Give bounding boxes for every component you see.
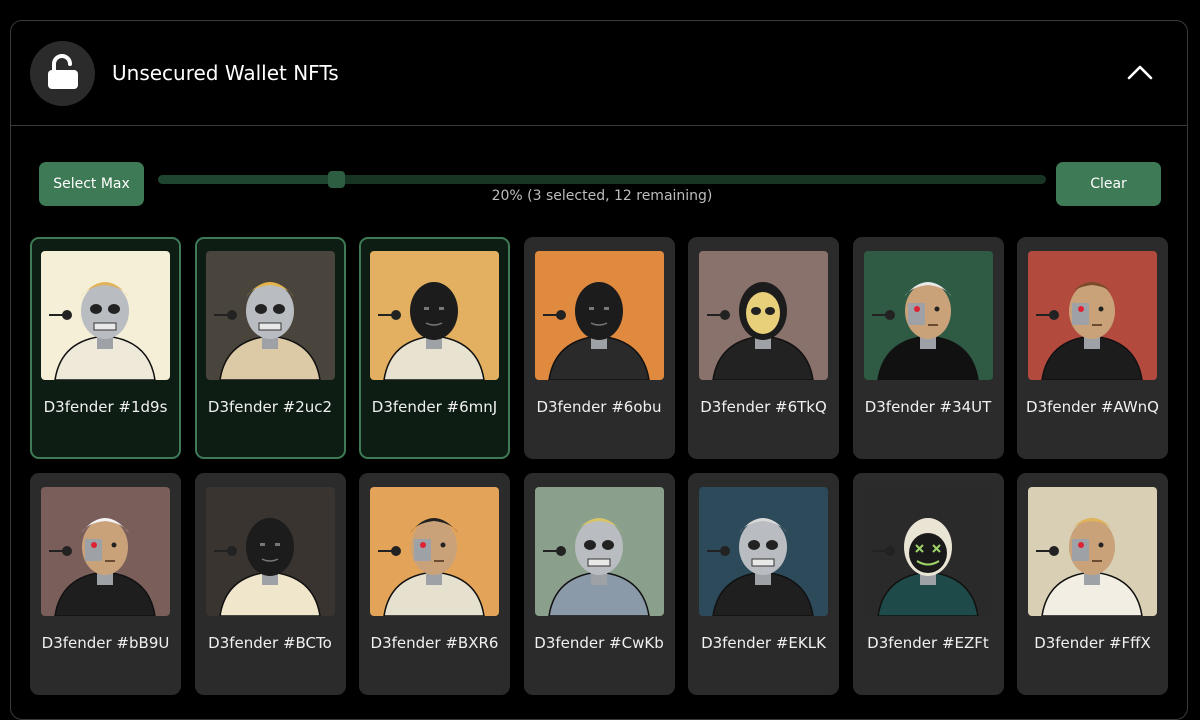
unlocked-padlock-icon xyxy=(47,53,79,94)
nft-card[interactable]: D3fender #EZFt xyxy=(852,473,1004,695)
nft-card[interactable]: D3fender #BXR6 xyxy=(359,473,510,695)
nft-name: D3fender #34UT xyxy=(864,398,992,416)
nft-thumbnail xyxy=(699,487,828,616)
nft-thumbnail xyxy=(370,487,499,616)
nft-thumbnail xyxy=(534,251,664,380)
selection-status: 20% (3 selected, 12 remaining) xyxy=(491,188,713,204)
nft-thumbnail xyxy=(205,251,335,380)
nft-card[interactable]: D3fender #2uc2 xyxy=(194,237,346,459)
nft-thumbnail xyxy=(863,251,993,380)
nft-thumbnail xyxy=(1028,487,1157,616)
collapse-button[interactable] xyxy=(1125,61,1155,87)
nft-name: D3fender #2uc2 xyxy=(207,398,333,416)
nft-thumbnail xyxy=(534,487,664,616)
nft-card[interactable]: D3fender #FffX xyxy=(1017,473,1168,695)
nft-thumbnail xyxy=(699,251,828,380)
nft-thumbnail xyxy=(863,487,993,616)
nft-card[interactable]: D3fender #6TkQ xyxy=(688,237,839,459)
nft-card[interactable]: D3fender #6mnJ xyxy=(359,237,510,459)
nft-name: D3fender #EKLK xyxy=(701,634,826,652)
chevron-up-icon xyxy=(1127,64,1153,84)
slider-thumb[interactable] xyxy=(327,171,345,188)
panel-header[interactable]: Unsecured Wallet NFTs xyxy=(11,21,1187,127)
nft-name: D3fender #BCTo xyxy=(208,634,332,652)
nft-card[interactable]: D3fender #AWnQ xyxy=(1017,237,1168,459)
clear-button[interactable]: Clear xyxy=(1056,162,1161,206)
nft-name: D3fender #1d9s xyxy=(43,398,168,416)
nft-name: D3fender #6obu xyxy=(536,398,662,416)
nft-name: D3fender #6TkQ xyxy=(700,398,827,416)
nft-name: D3fender #EZFt xyxy=(867,634,989,652)
nft-thumbnail xyxy=(205,487,335,616)
selection-slider[interactable] xyxy=(158,171,1046,188)
nft-card[interactable]: D3fender #CwKb xyxy=(523,473,675,695)
nft-name: D3fender #BXR6 xyxy=(370,634,499,652)
select-max-button[interactable]: Select Max xyxy=(39,162,144,206)
nft-card[interactable]: D3fender #EKLK xyxy=(688,473,839,695)
nft-card[interactable]: D3fender #34UT xyxy=(852,237,1004,459)
nft-name: D3fender #CwKb xyxy=(534,634,664,652)
nft-card[interactable]: D3fender #bB9U xyxy=(30,473,181,695)
nft-name: D3fender #AWnQ xyxy=(1026,398,1159,416)
nft-thumbnail xyxy=(41,251,170,380)
lock-badge xyxy=(30,41,95,106)
nft-name: D3fender #6mnJ xyxy=(371,398,498,416)
header-divider xyxy=(11,125,1187,126)
nft-card[interactable]: D3fender #1d9s xyxy=(30,237,181,459)
nft-card[interactable]: D3fender #6obu xyxy=(523,237,675,459)
panel-title: Unsecured Wallet NFTs xyxy=(112,61,339,85)
nft-thumbnail xyxy=(370,251,499,380)
nft-grid: D3fender #1d9s D3fender #2uc2 D3fender #… xyxy=(30,237,1168,695)
nft-name: D3fender #FffX xyxy=(1034,634,1151,652)
slider-fill xyxy=(158,175,336,184)
nft-name: D3fender #bB9U xyxy=(41,634,170,652)
nft-thumbnail xyxy=(41,487,170,616)
nft-card[interactable]: D3fender #BCTo xyxy=(194,473,346,695)
unsecured-wallet-panel: Unsecured Wallet NFTs Select Max 20% (3 … xyxy=(10,20,1188,720)
nft-thumbnail xyxy=(1028,251,1157,380)
